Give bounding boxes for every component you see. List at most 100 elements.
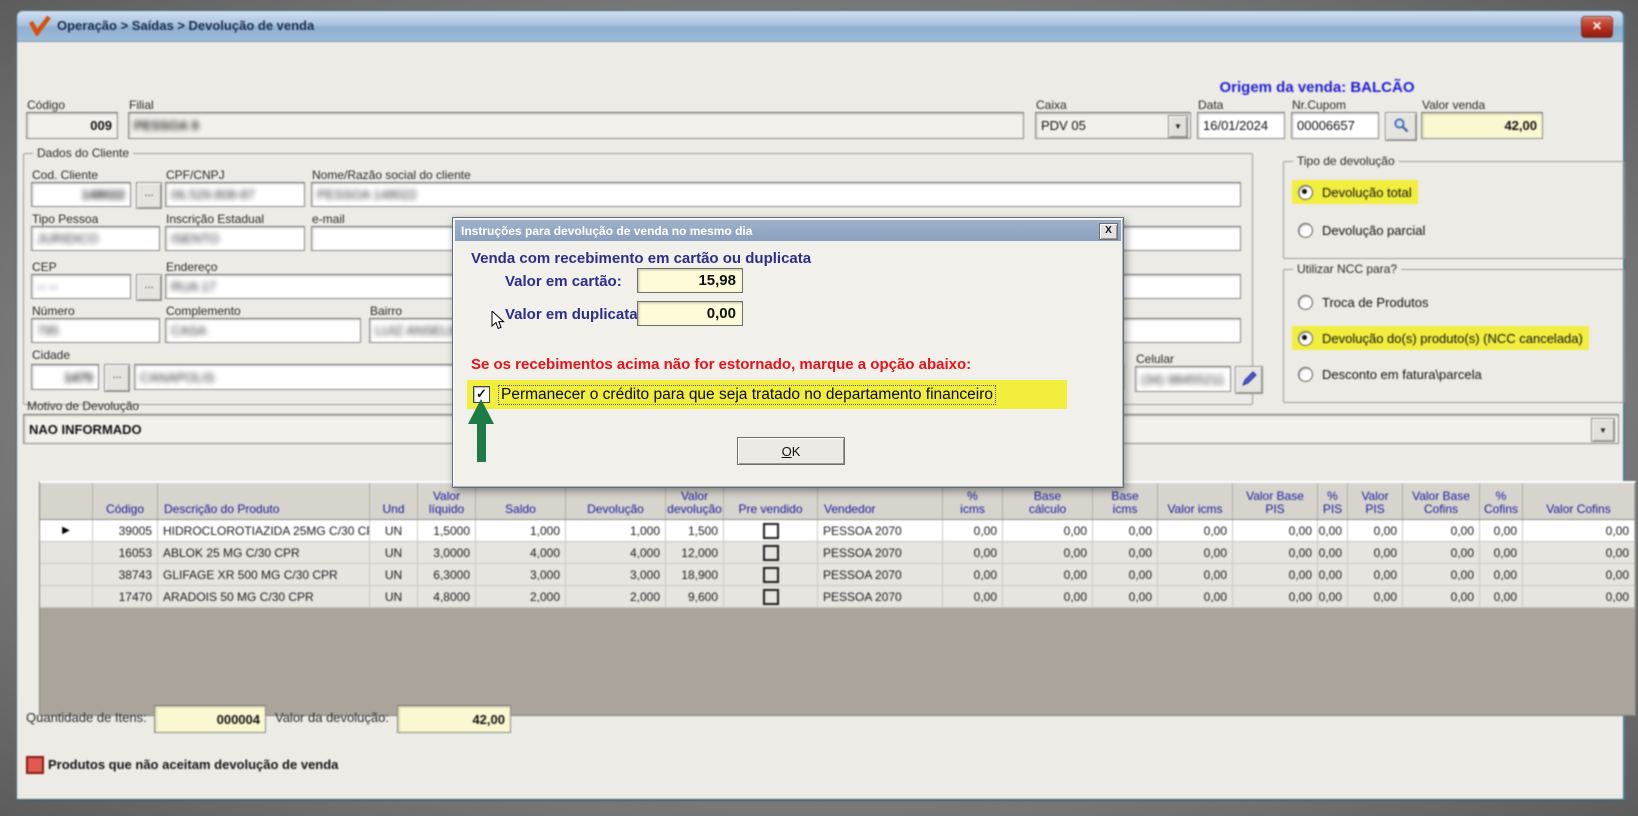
app-logo-check-icon: [29, 16, 51, 36]
column-header-valor_liquido[interactable]: Valor líquido: [418, 483, 476, 519]
caixa-select[interactable]: PDV 05 ▼: [1035, 112, 1191, 139]
valor-devolucao-field[interactable]: 42,00: [397, 705, 511, 733]
data-field[interactable]: 16/01/2024: [1197, 112, 1285, 139]
cell-und: UN: [370, 520, 418, 541]
ok-button[interactable]: OK: [737, 437, 845, 465]
column-header-descricao[interactable]: Descrição do Produto: [158, 483, 370, 519]
cell-valor_pis: 0,00: [1348, 542, 1403, 563]
valor-venda-field[interactable]: 42,00: [1421, 112, 1543, 139]
column-header-und[interactable]: Und: [370, 483, 418, 519]
radio-troca-produtos[interactable]: Troca de Produtos: [1292, 290, 1434, 314]
window-close-icon[interactable]: ✕: [1581, 16, 1613, 38]
dialog-title: Instruções para devolução de venda no me…: [461, 224, 752, 238]
column-header-pct_icms[interactable]: % icms: [943, 483, 1003, 519]
pre-vendido-checkbox[interactable]: [763, 523, 779, 539]
radio-icon: [1298, 331, 1313, 346]
cell-valor_cofins: 0,00: [1523, 586, 1635, 607]
valor-cartao-field[interactable]: 15,98: [637, 268, 743, 293]
radio-icon: [1298, 223, 1313, 238]
pre-vendido-checkbox[interactable]: [763, 589, 779, 605]
nome-field[interactable]: PESSOA 148022: [311, 182, 1241, 207]
cell-valor_icms: 0,00: [1158, 542, 1233, 563]
credit-checkbox-row[interactable]: ✓ Permanecer o crédito para que seja tra…: [467, 380, 1067, 409]
radio-devolucao-parcial[interactable]: Devolução parcial: [1292, 218, 1431, 242]
cell-valor_base_cofins: 0,00: [1403, 542, 1480, 563]
instrucoes-dialog: Instruções para devolução de venda no me…: [452, 217, 1124, 488]
cod-cliente-field[interactable]: 148022: [31, 182, 131, 207]
cell-devolucao: 1,000: [566, 520, 666, 541]
ncc-group: Utilizar NCC para? Troca de Produtos Dev…: [1283, 269, 1625, 403]
cell-und: UN: [370, 564, 418, 585]
numero-field[interactable]: 795: [31, 318, 160, 343]
column-header-base_icms[interactable]: Base icms: [1093, 483, 1158, 519]
cell-valor_base_pis: 0,00: [1233, 520, 1318, 541]
cod-cliente-label: Cod. Cliente: [32, 168, 98, 182]
mouse-cursor-icon: [491, 311, 507, 331]
complemento-field[interactable]: CASA: [165, 318, 361, 343]
column-header-valor_icms[interactable]: Valor icms: [1158, 483, 1233, 519]
motivo-dropdown-icon[interactable]: ▼: [1591, 418, 1615, 442]
cod-cliente-lookup-button[interactable]: ...: [136, 182, 162, 209]
radio-desconto-fatura[interactable]: Desconto em fatura\parcela: [1292, 362, 1488, 386]
cupom-field[interactable]: 00006657: [1291, 112, 1379, 139]
column-header-valor_base_cofins[interactable]: Valor Base Cofins: [1403, 483, 1480, 519]
table-row[interactable]: ▶39005HIDROCLOROTIAZIDA 25MG C/30 CPRUN1…: [40, 520, 1635, 542]
celular-field[interactable]: (34) 98455211: [1135, 366, 1231, 392]
cell-valor_pis: 0,00: [1348, 586, 1403, 607]
valor-cartao-label: Valor em cartão:: [505, 273, 622, 290]
cell-valor_liquido: 6,3000: [418, 564, 476, 585]
celular-edit-button[interactable]: [1235, 366, 1263, 394]
column-header-codigo[interactable]: Código: [93, 483, 158, 519]
dialog-close-icon[interactable]: X: [1099, 223, 1118, 240]
dados-cliente-legend: Dados do Cliente: [33, 146, 133, 160]
tipo-pessoa-field[interactable]: JURIDICO: [31, 226, 160, 251]
column-header-devolucao[interactable]: Devolução: [566, 483, 666, 519]
cidade-code-field[interactable]: 1475: [31, 364, 99, 390]
column-header-pct_cofins[interactable]: % Cofins: [1480, 483, 1523, 519]
column-header-indicator[interactable]: [40, 483, 93, 519]
column-header-vendedor[interactable]: Vendedor: [818, 483, 943, 519]
cell-valor_icms: 0,00: [1158, 564, 1233, 585]
radio-devolucao-produtos-ncc[interactable]: Devolução do(s) produto(s) (NCC cancelad…: [1292, 326, 1589, 350]
cell-und: UN: [370, 542, 418, 563]
cell-pct_cofins: 0,00: [1480, 542, 1523, 563]
cep-lookup-button[interactable]: ...: [136, 274, 162, 301]
cell-valor_base_cofins: 0,00: [1403, 586, 1480, 607]
cell-pct_pis: 0,00: [1318, 542, 1348, 563]
column-header-valor_devolucao[interactable]: Valor devolução: [666, 483, 724, 519]
cpf-cnpj-field[interactable]: 06.529.808-87: [165, 182, 305, 207]
annotation-arrow-icon: [468, 399, 494, 471]
inscricao-field[interactable]: ISENTO: [165, 226, 305, 251]
cidade-lookup-button[interactable]: ...: [104, 364, 130, 392]
cupom-label: Nr.Cupom: [1292, 98, 1346, 112]
magnifier-icon: [1393, 117, 1409, 133]
valor-duplicata-field[interactable]: 0,00: [637, 301, 743, 326]
table-row[interactable]: 16053ABLOK 25 MG C/30 CPRUN3,00004,0004,…: [40, 542, 1635, 564]
cell-base_calculo: 0,00: [1003, 586, 1093, 607]
qtd-itens-field[interactable]: 000004: [154, 705, 266, 733]
caixa-dropdown-icon[interactable]: ▼: [1168, 115, 1188, 138]
pre-vendido-checkbox[interactable]: [763, 567, 779, 583]
cell-pct_cofins: 0,00: [1480, 564, 1523, 585]
column-header-valor_base_pis[interactable]: Valor Base PIS: [1233, 483, 1318, 519]
search-cupom-button[interactable]: [1385, 112, 1417, 141]
tipo-pessoa-label: Tipo Pessoa: [32, 212, 98, 226]
filial-label: Filial: [129, 98, 154, 112]
screen: Operação > Saídas > Devolução de venda ✕…: [0, 0, 1638, 816]
column-header-saldo[interactable]: Saldo: [476, 483, 566, 519]
cep-field[interactable]: -- --: [31, 274, 131, 299]
cell-pct_cofins: 0,00: [1480, 520, 1523, 541]
filial-field[interactable]: PESSOA 9: [128, 112, 1024, 139]
column-header-valor_pis[interactable]: Valor PIS: [1348, 483, 1403, 519]
pre-vendido-checkbox[interactable]: [763, 545, 779, 561]
table-row[interactable]: 17470ARADOIS 50 MG C/30 CPRUN4,80002,000…: [40, 586, 1635, 608]
radio-devolucao-total[interactable]: Devolução total: [1292, 180, 1418, 204]
endereco-label: Endereço: [166, 260, 217, 274]
column-header-valor_cofins[interactable]: Valor Cofins: [1523, 483, 1635, 519]
codigo-field[interactable]: 009: [26, 112, 118, 139]
cell-valor_pis: 0,00: [1348, 520, 1403, 541]
column-header-pct_pis[interactable]: % PIS: [1318, 483, 1348, 519]
column-header-pre_vendido[interactable]: Pre vendido: [724, 483, 818, 519]
column-header-base_calculo[interactable]: Base cálculo: [1003, 483, 1093, 519]
table-row[interactable]: 38743GLIFAGE XR 500 MG C/30 CPRUN6,30003…: [40, 564, 1635, 586]
